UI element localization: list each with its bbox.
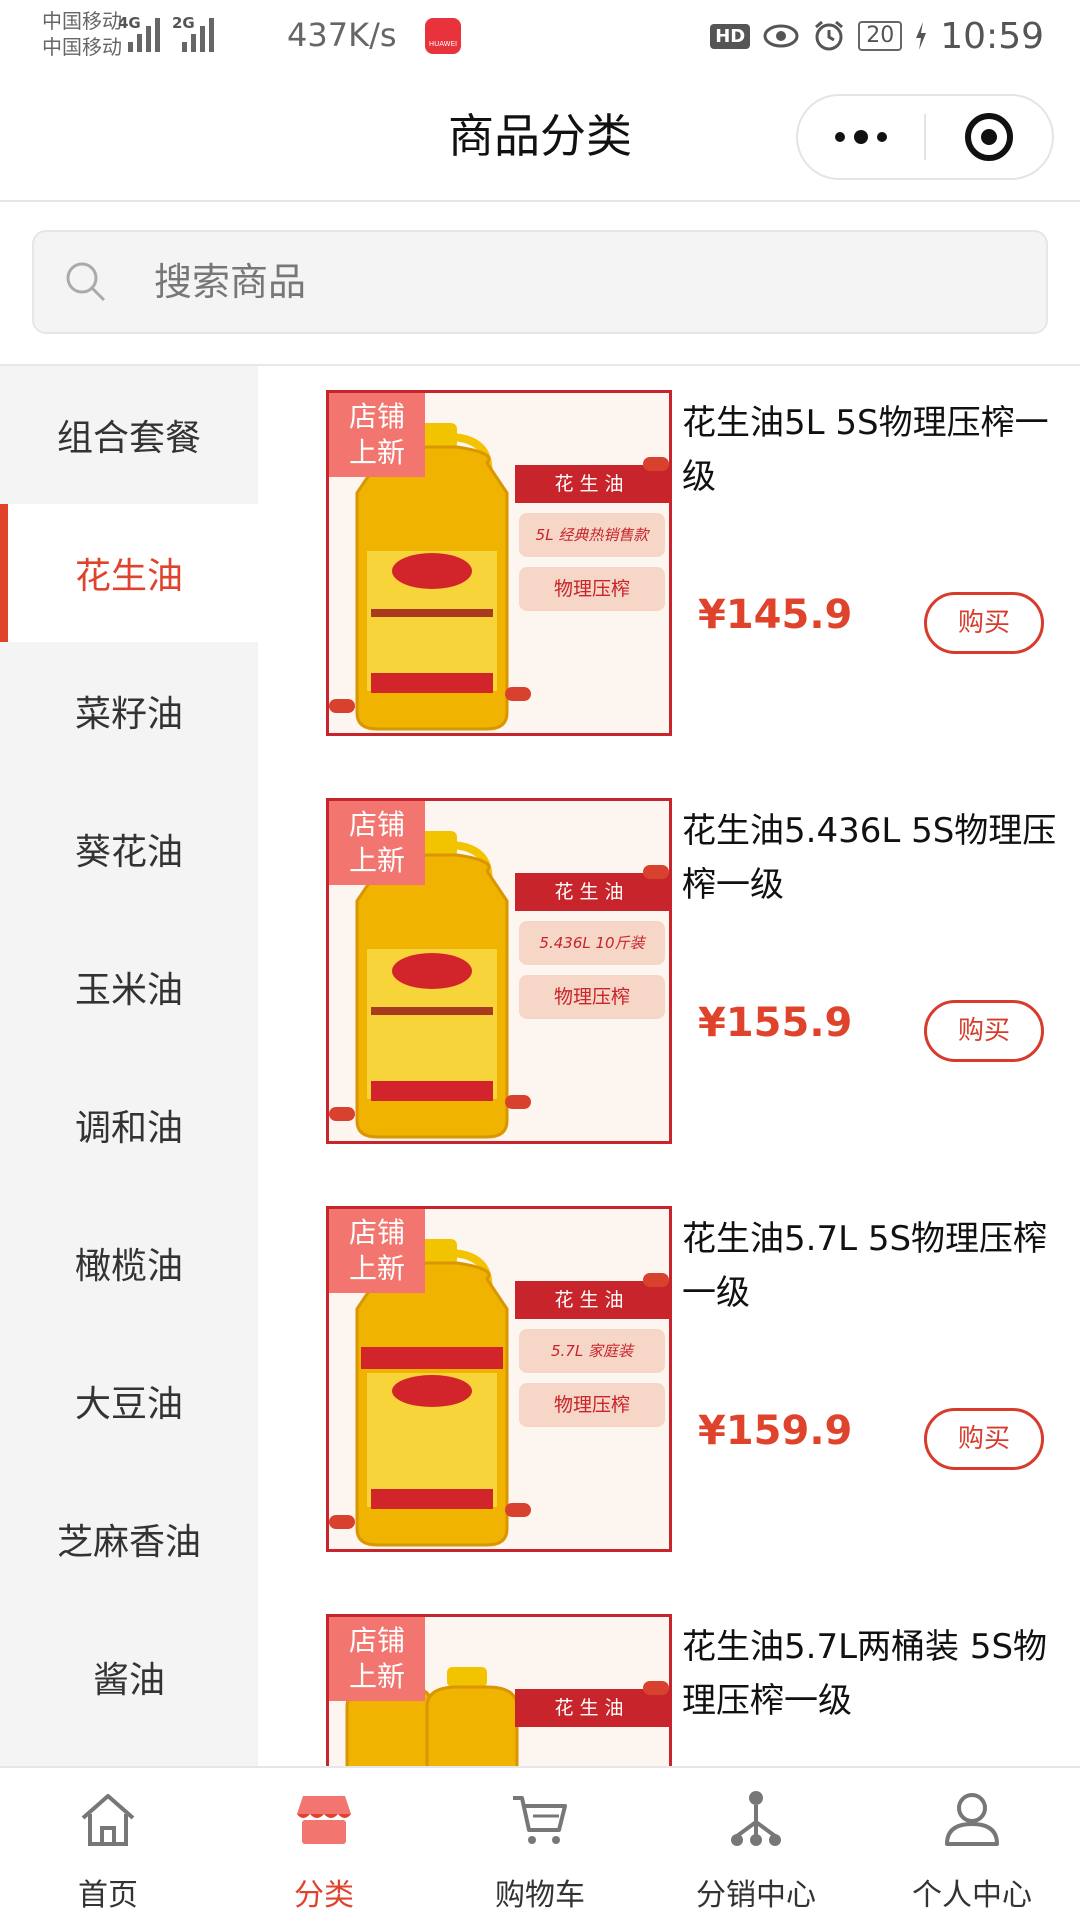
charging-icon [916, 22, 927, 50]
sidebar-item-sunflower-oil[interactable]: 葵花油 [0, 780, 258, 918]
product-image[interactable]: 店铺 上新 花生油 5L 经典热销售款 物理压榨 [326, 390, 672, 736]
search-icon [66, 262, 106, 302]
product-image[interactable]: 店铺 上新 花生油 5.436L 10斤装 物理压榨 [326, 798, 672, 1144]
tab-label: 个人中心 [912, 1878, 1032, 1913]
target-icon [965, 113, 1013, 161]
carrier-labels: 中国移动 中国移动 [42, 8, 122, 60]
tab-label: 首页 [78, 1878, 138, 1913]
product-name[interactable]: 花生油5L 5S物理压榨一级 [682, 396, 1076, 504]
status-bar: 中国移动 中国移动 4G 2G 437K/s HUAWEI HD 20 10:5… [0, 0, 1080, 74]
tab-cart[interactable]: 购物车 [432, 1768, 648, 1920]
huawei-app-icon: HUAWEI [425, 18, 461, 54]
sidebar-item-peanut-oil[interactable]: 花生油 [0, 504, 258, 642]
more-dots-icon [835, 130, 887, 144]
product-price: ¥145.9 [698, 592, 853, 638]
tab-home[interactable]: 首页 [0, 1768, 216, 1920]
buy-button[interactable]: 购买 [924, 1000, 1044, 1062]
sidebar-item-corn-oil[interactable]: 玉米油 [0, 918, 258, 1056]
bottom-tab-bar: 首页 分类 购物车 分销中心 个人中心 [0, 1766, 1080, 1920]
product-name[interactable]: 花生油5.436L 5S物理压榨一级 [682, 804, 1076, 912]
carrier-2: 中国移动 [42, 35, 122, 59]
clock: 10:59 [940, 15, 1044, 57]
product-name[interactable]: 花生油5.7L 5S物理压榨一级 [682, 1212, 1076, 1320]
eye-icon [763, 24, 799, 48]
signal-4g-icon: 4G [118, 14, 164, 52]
product-image[interactable]: 店铺 上新 花生油 5.7L 家庭装 物理压榨 [326, 1206, 672, 1552]
category-sidebar: 组合套餐 花生油 菜籽油 葵花油 玉米油 调和油 橄榄油 大豆油 芝麻香油 酱油 [0, 366, 258, 1766]
product-card[interactable]: 店铺 上新 花生油 5L 经典热销售款 物理压榨 花生油5L 5S物理压榨一级 … [258, 366, 1080, 736]
nav-header: 商品分类 [0, 74, 1080, 202]
sidebar-item-rapeseed-oil[interactable]: 菜籽油 [0, 642, 258, 780]
mini-program-capsule [796, 94, 1054, 180]
new-arrival-tag: 店铺 上新 [329, 393, 425, 477]
cloud-icon [643, 457, 669, 471]
product-price: ¥155.9 [698, 1000, 853, 1046]
tab-label: 分销中心 [696, 1878, 816, 1913]
product-name[interactable]: 花生油5.7L两桶装 5S物理压榨一级 [682, 1620, 1076, 1728]
sidebar-item-combo[interactable]: 组合套餐 [0, 366, 258, 504]
cloud-icon [505, 687, 531, 701]
network-speed: 437K/s [287, 16, 397, 54]
product-image-panel: 花生油 5.7L 家庭装 物理压榨 [515, 1281, 669, 1481]
product-image-panel: 花生油 5L 经典热销售款 物理压榨 [515, 465, 669, 665]
sidebar-item-soy-sauce[interactable]: 酱油 [0, 1608, 258, 1746]
carrier-1: 中国移动 [42, 9, 122, 33]
hd-icon: HD [710, 23, 751, 49]
product-card[interactable]: 店铺 上新 花生油 5.436L 10斤装 物理压榨 花生油5.436L 5S物… [258, 774, 1080, 1144]
cart-icon [513, 1796, 567, 1844]
product-card[interactable]: 店铺 上新 花生油 花生油5.7L两桶装 5S物理压榨一级 [258, 1590, 1080, 1766]
category-page: 中国移动 中国移动 4G 2G 437K/s HUAWEI HD 20 10:5… [0, 0, 1080, 1920]
alarm-icon [815, 20, 844, 51]
search-section [0, 204, 1080, 366]
tab-category[interactable]: 分类 [216, 1768, 432, 1920]
more-button[interactable] [798, 96, 924, 178]
product-image-panel: 花生油 [515, 1689, 669, 1766]
user-icon [945, 1793, 999, 1846]
close-mini-program-button[interactable] [926, 96, 1052, 178]
cloud-icon [505, 1095, 531, 1109]
home-icon [81, 1794, 135, 1846]
product-list: 店铺 上新 花生油 5L 经典热销售款 物理压榨 花生油5L 5S物理压榨一级 … [258, 366, 1080, 1766]
battery-icon: 20 [858, 21, 903, 51]
cloud-icon [329, 1107, 355, 1121]
buy-button[interactable]: 购买 [924, 1408, 1044, 1470]
cloud-icon [505, 1503, 531, 1517]
sidebar-item-sesame-oil[interactable]: 芝麻香油 [0, 1470, 258, 1608]
product-image-panel: 花生油 5.436L 10斤装 物理压榨 [515, 873, 669, 1073]
new-arrival-tag: 店铺 上新 [329, 801, 425, 885]
cloud-icon [329, 699, 355, 713]
product-price: ¥159.9 [698, 1408, 853, 1454]
cloud-icon [643, 865, 669, 879]
tab-profile[interactable]: 个人中心 [864, 1768, 1080, 1920]
product-image[interactable]: 店铺 上新 花生油 [326, 1614, 672, 1766]
buy-button[interactable]: 购买 [924, 592, 1044, 654]
product-card[interactable]: 店铺 上新 花生油 5.7L 家庭装 物理压榨 花生油5.7L 5S物理压榨一级… [258, 1182, 1080, 1552]
sidebar-item-soybean-oil[interactable]: 大豆油 [0, 1332, 258, 1470]
status-right: HD 20 10:59 [710, 14, 1044, 58]
sidebar-item-blended-oil[interactable]: 调和油 [0, 1056, 258, 1194]
search-input[interactable] [154, 232, 954, 332]
cloud-icon [643, 1681, 669, 1695]
shop-icon [297, 1796, 351, 1844]
signal-2g-icon: 2G [172, 14, 218, 52]
cloud-icon [643, 1273, 669, 1287]
new-arrival-tag: 店铺 上新 [329, 1209, 425, 1293]
tab-distribution[interactable]: 分销中心 [648, 1768, 864, 1920]
cloud-icon [329, 1515, 355, 1529]
sidebar-item-olive-oil[interactable]: 橄榄油 [0, 1194, 258, 1332]
tab-label: 分类 [294, 1878, 354, 1913]
tab-label: 购物车 [495, 1878, 585, 1913]
distribution-icon [731, 1791, 781, 1846]
search-box[interactable] [32, 230, 1048, 334]
new-arrival-tag: 店铺 上新 [329, 1617, 425, 1701]
